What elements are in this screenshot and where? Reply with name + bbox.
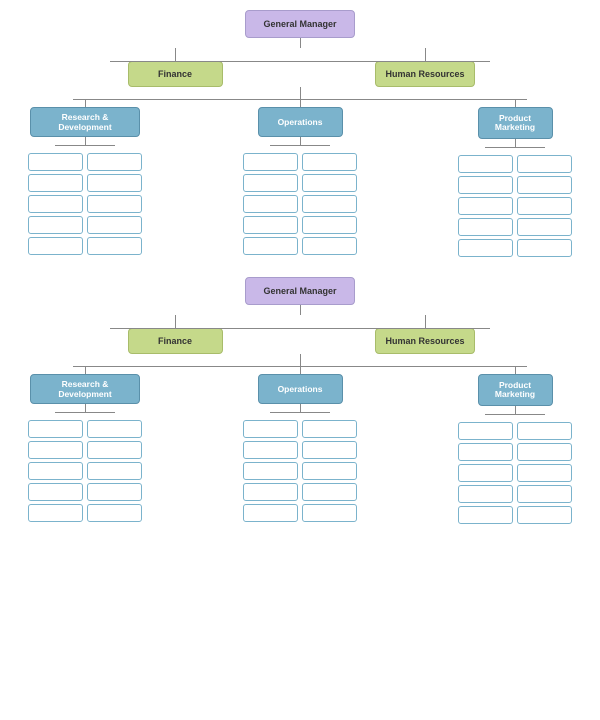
empty-node — [243, 195, 298, 213]
dept-col-ops-top: Operations — [243, 99, 357, 255]
empty-node — [458, 443, 513, 461]
empty-node — [517, 506, 572, 524]
empty-node — [87, 504, 142, 522]
empty-node — [28, 420, 83, 438]
empty-node — [87, 237, 142, 255]
empty-node — [302, 462, 357, 480]
empty-node — [87, 462, 142, 480]
h-connector-bottom — [110, 328, 490, 329]
empty-node — [517, 464, 572, 482]
dept-col-rd-bottom: Research & Development — [28, 366, 142, 522]
empty-node — [302, 420, 357, 438]
empty-node — [302, 237, 357, 255]
empty-node — [28, 504, 83, 522]
empty-node — [517, 443, 572, 461]
empty-node — [28, 195, 83, 213]
empty-node — [517, 176, 572, 194]
empty-node — [302, 441, 357, 459]
empty-node — [243, 174, 298, 192]
empty-node — [302, 504, 357, 522]
rd-node-bottom: Research & Development — [30, 374, 140, 404]
finance-node-bottom: Finance — [128, 328, 223, 354]
v-line-gm-bottom — [300, 305, 301, 315]
empty-node — [302, 153, 357, 171]
gm-node-top: General Manager — [245, 10, 355, 38]
empty-node — [458, 155, 513, 173]
empty-node — [458, 485, 513, 503]
ops-node-bottom: Operations — [258, 374, 343, 404]
empty-node — [87, 216, 142, 234]
empty-node — [517, 422, 572, 440]
pm-node-top: ProductMarketing — [478, 107, 553, 139]
empty-node — [87, 153, 142, 171]
empty-node — [28, 462, 83, 480]
empty-node — [458, 506, 513, 524]
empty-node — [87, 483, 142, 501]
empty-node — [28, 153, 83, 171]
dept-col-pm-top: ProductMarketing — [458, 99, 572, 257]
dept-col-pm-bottom: ProductMarketing — [458, 366, 572, 524]
v-line-finance-top — [175, 48, 176, 61]
gm-row-top: General Manager — [10, 10, 590, 38]
h-dept-line-bottom — [73, 366, 527, 367]
empty-node — [28, 441, 83, 459]
empty-node — [517, 197, 572, 215]
empty-node — [517, 155, 572, 173]
empty-node — [302, 216, 357, 234]
empty-node — [243, 153, 298, 171]
finance-node-top: Finance — [128, 61, 223, 87]
empty-node — [458, 197, 513, 215]
h-connector-top — [110, 61, 490, 62]
empty-node — [302, 195, 357, 213]
empty-node — [517, 239, 572, 257]
empty-node — [458, 218, 513, 236]
empty-node — [517, 218, 572, 236]
pm-node-bottom: ProductMarketing — [478, 374, 553, 406]
empty-node — [458, 176, 513, 194]
v-line-hr-top — [425, 48, 426, 61]
empty-node — [517, 485, 572, 503]
org-section-bottom: General Manager Finance Human Resources — [10, 277, 590, 524]
hr-node-bottom: Human Resources — [375, 328, 475, 354]
empty-node — [458, 422, 513, 440]
empty-node — [87, 174, 142, 192]
empty-node — [243, 483, 298, 501]
org-section-top: General Manager Finance Human Resources — [10, 10, 590, 257]
empty-node — [28, 174, 83, 192]
hr-node-top: Human Resources — [375, 61, 475, 87]
empty-node — [28, 483, 83, 501]
page: { "sections": [ { "id": "top", "gm": "Ge… — [0, 0, 600, 554]
v-line-gm-top — [300, 38, 301, 48]
empty-node — [28, 216, 83, 234]
empty-node — [28, 237, 83, 255]
empty-node — [87, 195, 142, 213]
ops-node-top: Operations — [258, 107, 343, 137]
empty-node — [243, 504, 298, 522]
empty-node — [302, 483, 357, 501]
empty-node — [243, 237, 298, 255]
h-dept-line-top — [73, 99, 527, 100]
gm-row-bottom: General Manager — [10, 277, 590, 305]
empty-node — [243, 462, 298, 480]
empty-node — [302, 174, 357, 192]
empty-node — [243, 216, 298, 234]
empty-node — [243, 420, 298, 438]
empty-node — [87, 420, 142, 438]
rd-node-top: Research & Development — [30, 107, 140, 137]
empty-node — [243, 441, 298, 459]
dept-col-ops-bottom: Operations — [243, 366, 357, 522]
empty-node — [87, 441, 142, 459]
gm-node-bottom: General Manager — [245, 277, 355, 305]
empty-node — [458, 239, 513, 257]
empty-node — [458, 464, 513, 482]
dept-col-rd-top: Research & Development — [28, 99, 142, 255]
v-line-dept-top — [300, 87, 301, 99]
